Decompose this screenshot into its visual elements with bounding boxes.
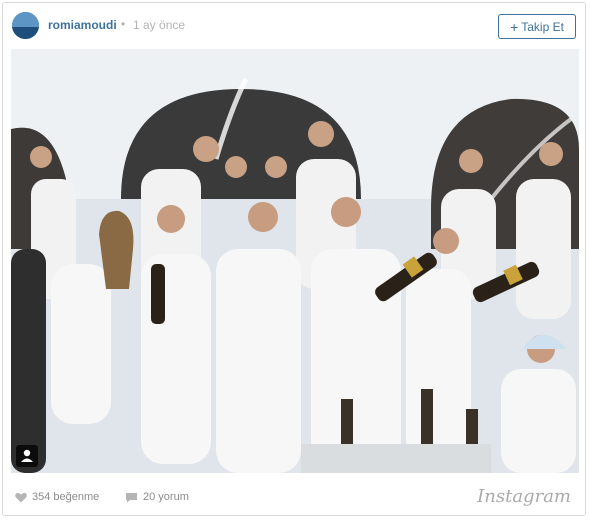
party-photo-illustration [11, 49, 579, 473]
comments-count[interactable]: 20 yorum [125, 491, 189, 503]
instagram-logo[interactable]: Instagram [477, 486, 571, 507]
avatar[interactable] [12, 12, 39, 39]
comments-label: 20 yorum [143, 491, 189, 503]
tagged-user-icon[interactable] [16, 445, 38, 467]
instagram-embed-card: romiamoudi • 1 ay önce + Takip Et 354 be… [2, 2, 586, 516]
follow-button[interactable]: + Takip Et [498, 14, 576, 39]
username-link[interactable]: romiamoudi [48, 18, 117, 32]
plus-icon: + [510, 18, 519, 35]
post-time[interactable]: 1 ay önce [133, 18, 185, 32]
post-header: romiamoudi • 1 ay önce + Takip Et [3, 3, 585, 47]
post-photo[interactable] [11, 49, 579, 473]
likes-label: 354 beğenme [32, 491, 100, 503]
post-footer: 354 beğenme 20 yorum Instagram [3, 481, 585, 515]
speech-bubble-icon [126, 492, 137, 502]
separator-dot: • [121, 17, 126, 31]
likes-count[interactable]: 354 beğenme [15, 491, 99, 503]
follow-label: Takip Et [521, 19, 564, 34]
heart-icon [15, 492, 27, 502]
